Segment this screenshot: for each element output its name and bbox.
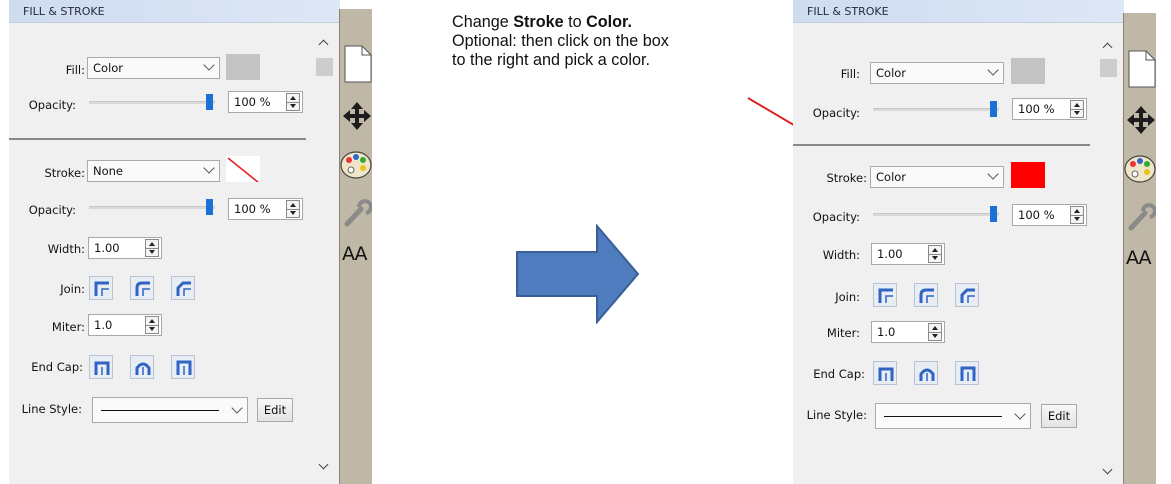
- miter-value: 1.0: [877, 325, 896, 339]
- line-style-preview: [884, 416, 1002, 417]
- fill-type-select[interactable]: Color: [870, 62, 1004, 84]
- fill-opacity-slider[interactable]: [873, 108, 999, 111]
- stroke-color-swatch[interactable]: [1011, 162, 1045, 188]
- miter-input[interactable]: 1.0: [871, 321, 945, 343]
- scroll-down-icon[interactable]: [1102, 464, 1113, 475]
- butt-cap-icon: [878, 367, 894, 381]
- document-icon[interactable]: [1128, 50, 1156, 92]
- fill-opacity-value: 100 %: [1018, 102, 1055, 116]
- fill-opacity-label: Opacity:: [812, 106, 860, 120]
- line-style-select[interactable]: [875, 403, 1031, 429]
- width-label: Width:: [822, 248, 860, 262]
- bevel-join-icon: [960, 288, 975, 303]
- stroke-type-select[interactable]: Color: [870, 166, 1004, 188]
- bevel-join-button[interactable]: [955, 283, 979, 307]
- wrench-icon[interactable]: [1126, 201, 1157, 237]
- palette-icon[interactable]: [1123, 152, 1157, 190]
- fill-color-swatch[interactable]: [1011, 58, 1045, 84]
- round-join-icon: [919, 288, 934, 303]
- move-icon[interactable]: [1126, 105, 1156, 139]
- text-size-icon[interactable]: AA: [1126, 241, 1156, 273]
- round-cap-button[interactable]: [914, 361, 938, 385]
- join-label: Join:: [835, 290, 860, 304]
- fill-type-value: Color: [876, 66, 907, 80]
- square-cap-icon: [960, 366, 976, 381]
- end-cap-label: End Cap:: [813, 367, 865, 381]
- stroke-opacity-stepper[interactable]: [1070, 206, 1084, 224]
- stroke-label: Stroke:: [826, 171, 867, 185]
- round-cap-icon: [919, 368, 935, 381]
- butt-cap-button[interactable]: [873, 361, 897, 385]
- fill-opacity-stepper[interactable]: [1070, 100, 1084, 118]
- fill-opacity-thumb[interactable]: [990, 101, 997, 117]
- text-size-icon-label: AA: [1126, 247, 1152, 269]
- scroll-thumb[interactable]: [1100, 59, 1117, 77]
- stroke-opacity-value: 100 %: [1018, 208, 1055, 222]
- scroll-up-icon[interactable]: [1102, 42, 1113, 53]
- fill-label: Fill:: [840, 67, 860, 81]
- width-value: 1.00: [877, 247, 903, 261]
- chevron-down-icon: [1014, 408, 1026, 420]
- line-style-label: Line Style:: [806, 408, 867, 422]
- miter-label: Miter:: [826, 326, 860, 340]
- vertical-scrollbar[interactable]: [1100, 36, 1118, 481]
- width-input[interactable]: 1.00: [871, 243, 945, 265]
- miter-join-button[interactable]: [873, 283, 897, 307]
- stroke-opacity-label: Opacity:: [812, 210, 860, 224]
- width-stepper[interactable]: [928, 245, 942, 263]
- chevron-down-icon: [987, 168, 999, 180]
- miter-stepper[interactable]: [928, 323, 942, 341]
- stroke-opacity-thumb[interactable]: [990, 206, 997, 222]
- tool-sidebar-right: AA: [1123, 13, 1157, 484]
- section-divider: [793, 144, 1090, 146]
- round-join-button[interactable]: [914, 283, 938, 307]
- line-style-edit-button[interactable]: Edit: [1041, 404, 1077, 428]
- chevron-down-icon: [987, 64, 999, 76]
- miter-join-icon: [878, 288, 893, 303]
- fill-stroke-panel-after: FILL & STROKE Fill: Color Opacity: 100 %…: [793, 0, 1124, 484]
- stroke-opacity-input[interactable]: 100 %: [1012, 204, 1087, 226]
- panel-header: FILL & STROKE: [793, 0, 1124, 23]
- square-cap-button[interactable]: [955, 361, 979, 385]
- stroke-type-value: Color: [876, 170, 907, 184]
- stroke-opacity-slider[interactable]: [873, 213, 999, 216]
- fill-opacity-input[interactable]: 100 %: [1012, 98, 1087, 120]
- panel-title: FILL & STROKE: [807, 5, 889, 18]
